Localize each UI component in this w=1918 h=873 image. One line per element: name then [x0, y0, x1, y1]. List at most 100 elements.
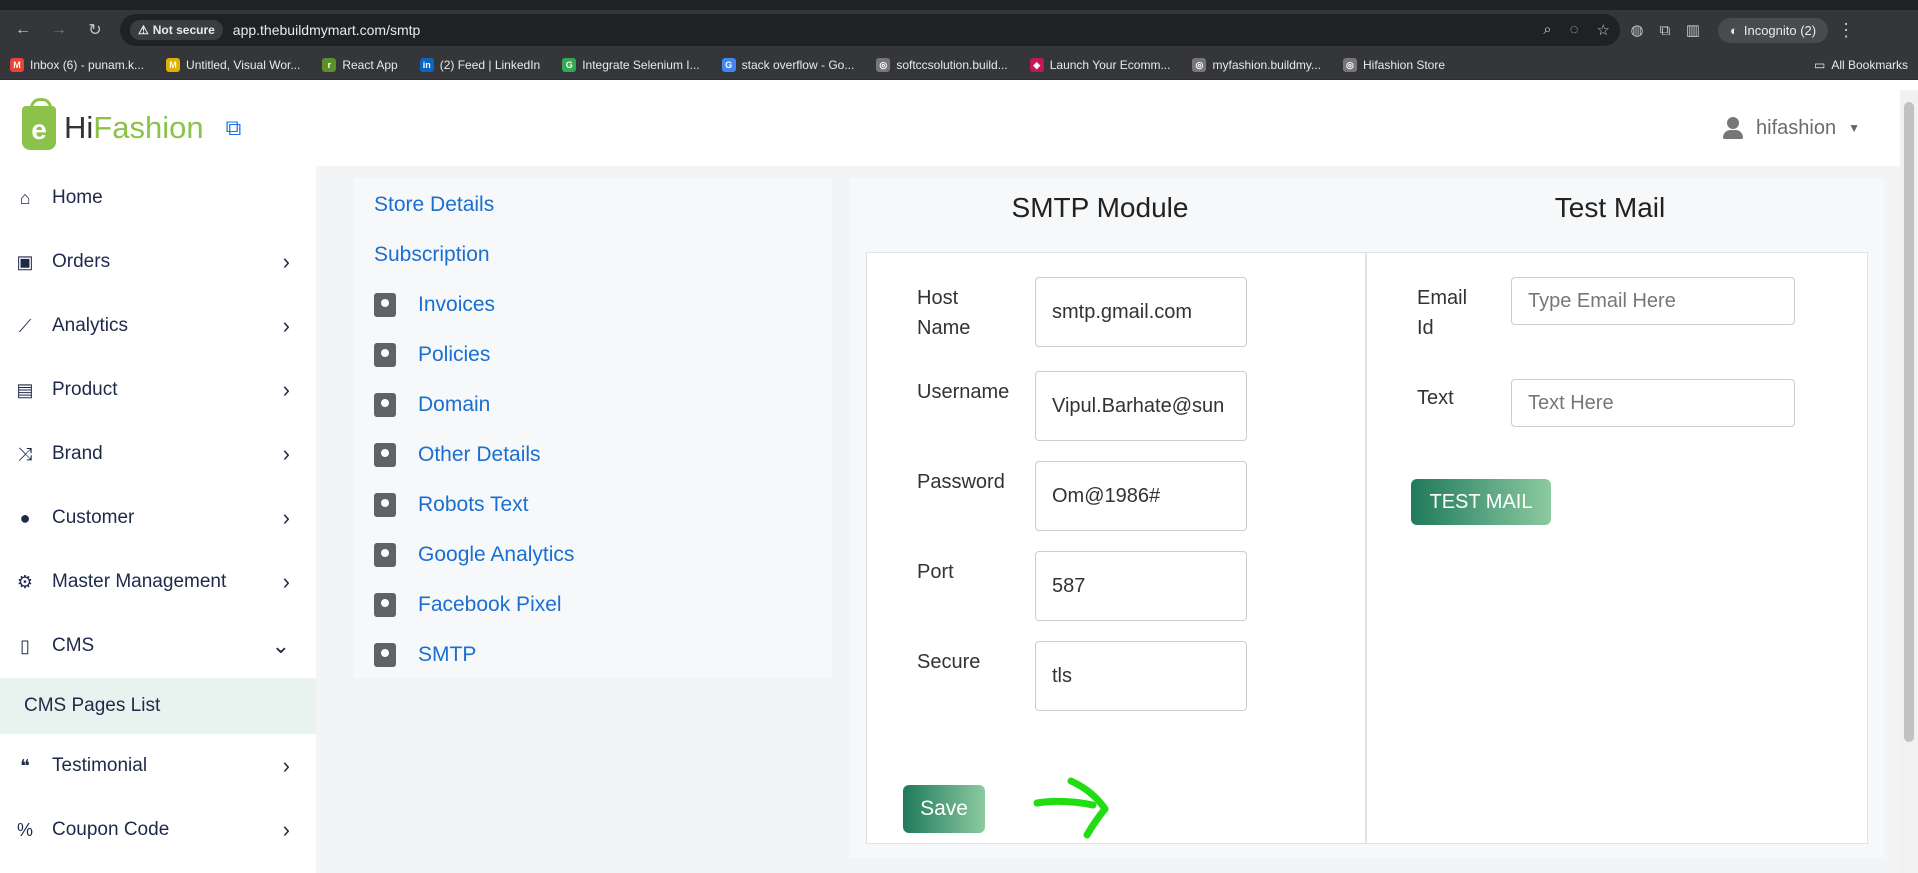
host-name-input[interactable]: [1035, 277, 1247, 347]
settings-link-store-details[interactable]: Store Details: [354, 180, 832, 230]
sidebar-item-product[interactable]: ▤ Product ›: [0, 358, 316, 422]
master-management-icon: ⚙: [16, 571, 34, 592]
back-icon[interactable]: ←: [8, 15, 38, 45]
sidebar-item-label: Orders: [52, 251, 111, 272]
not-secure-badge[interactable]: ⚠ Not secure: [130, 20, 223, 40]
bookmark-item[interactable]: G Integrate Selenium I...: [562, 57, 700, 72]
secure-input[interactable]: [1035, 641, 1247, 711]
settings-link-smtp[interactable]: SMTP: [354, 630, 832, 680]
settings-link-robots-text[interactable]: Robots Text: [354, 480, 832, 530]
bookmark-item[interactable]: M Untitled, Visual Wor...: [166, 57, 300, 72]
user-menu[interactable]: hifashion ▼: [1722, 117, 1860, 140]
warning-icon: ⚠: [138, 23, 149, 37]
browser-menu-icon[interactable]: ⋮: [1834, 20, 1858, 41]
chevron-icon: ›: [282, 753, 290, 778]
sidebar-item-label: Master Management: [52, 571, 227, 592]
username-input[interactable]: [1035, 371, 1247, 441]
bookmark-item[interactable]: Gstack overflow - Go...: [721, 57, 854, 72]
external-link-icon[interactable]: ⧉: [226, 115, 242, 141]
bookmark-item[interactable]: ◈ Launch Your Ecomm...: [1029, 57, 1170, 72]
star-icon[interactable]: ☆: [1597, 21, 1610, 39]
home-icon: ⌂: [19, 187, 31, 208]
save-button[interactable]: Save: [903, 785, 985, 833]
sidebar-item-master-management[interactable]: ⚙ Master Management ›: [0, 550, 316, 614]
main-content: Store Details Subscription Invoices Policie…: [316, 166, 1900, 873]
hifashion-logo[interactable]: e HiFashion: [22, 98, 204, 150]
chevron-icon: ›: [282, 313, 290, 338]
cms-icon: ▯: [20, 635, 30, 656]
test-mail-button[interactable]: TEST MAIL: [1411, 479, 1551, 525]
folder-icon: ▭: [1813, 57, 1826, 72]
sidebar-item-cms[interactable]: ▯ CMS ⌄: [0, 614, 316, 678]
orders-icon: ▣: [16, 251, 34, 272]
sidebar-item-label: Testimonial: [52, 755, 148, 776]
settings-link-google-analytics[interactable]: Google Analytics: [354, 530, 832, 580]
page-scrollbar[interactable]: [1900, 90, 1918, 873]
bookmark-item[interactable]: ◎ Hifashion Store: [1342, 57, 1445, 72]
sidebar-item-testimonial[interactable]: ❝ Testimonial ›: [0, 734, 316, 798]
test-mail-form: Email Id Text TEST MAIL: [1366, 252, 1868, 844]
zoom-icon[interactable]: ⌕: [1543, 21, 1551, 39]
analytics-icon: ⟋: [18, 315, 32, 336]
port-input[interactable]: [1035, 551, 1247, 621]
settings-link-label: Domain: [418, 393, 491, 416]
sidebar-item-orders[interactable]: ▣ Orders ›: [0, 230, 316, 294]
bookmark-favicon-icon: r: [322, 57, 337, 72]
password-input[interactable]: [1035, 461, 1247, 531]
sidebar-item-home[interactable]: ⌂ Home: [0, 166, 316, 230]
all-bookmarks[interactable]: ▭ All Bookmarks: [1814, 58, 1908, 72]
sidebar-item-cms-pages-list[interactable]: CMS Pages List: [0, 678, 316, 734]
scrollbar-thumb[interactable]: [1904, 102, 1914, 742]
settings-link-label: Other Details: [418, 443, 541, 466]
sidebar-item-coupon-code[interactable]: % Coupon Code ›: [0, 798, 316, 862]
sidebar-item-label: Product: [52, 379, 118, 400]
contact-book-icon: [374, 393, 396, 417]
bookmark-item[interactable]: in (2) Feed | LinkedIn: [419, 57, 540, 72]
settings-link-invoices[interactable]: Invoices: [354, 280, 832, 330]
settings-link-domain[interactable]: Domain: [354, 380, 832, 430]
bookmark-item[interactable]: ◎ myfashion.buildmy...: [1192, 57, 1321, 72]
smtp-title: SMTP Module: [1011, 192, 1189, 223]
bookmark-label: Integrate Selenium I...: [582, 57, 700, 72]
side-panel-icon[interactable]: ▥: [1682, 19, 1704, 41]
text-input[interactable]: [1511, 379, 1795, 427]
bookmark-item[interactable]: M Inbox (6) - punam.k...: [10, 57, 144, 72]
sidebar-item-customer[interactable]: ● Customer ›: [0, 486, 316, 550]
port-label: Port: [917, 561, 954, 583]
color-extension-icon[interactable]: ◍: [1626, 19, 1648, 41]
email-id-input[interactable]: [1511, 277, 1795, 325]
address-bar[interactable]: ⚠ Not secure app.thebuildmymart.com/smtp…: [120, 14, 1620, 46]
product-icon: ▤: [16, 379, 34, 400]
eye-off-icon[interactable]: ◌: [1570, 21, 1579, 39]
sidebar-item-brand[interactable]: ⤨ Brand ›: [0, 422, 316, 486]
settings-link-label: Invoices: [418, 293, 496, 316]
bookmarks-bar: M Inbox (6) - punam.k... M Untitled, Visual…: [0, 50, 1918, 80]
settings-link-policies[interactable]: Policies: [354, 330, 832, 380]
chevron-icon: ›: [282, 441, 290, 466]
sidebar-item-analytics[interactable]: ⟋ Analytics ›: [0, 294, 316, 358]
sidebar: ⌂ Home ▣ Orders › ⟋ Analytics › ▤ Product › ⤨ Brand ›…: [0, 166, 316, 873]
settings-link-facebook-pixel[interactable]: Facebook Pixel: [354, 580, 832, 630]
bookmark-item[interactable]: ◎ softccsolution.build...: [876, 57, 1008, 72]
reload-icon[interactable]: ↻: [80, 15, 110, 45]
annotation-arrow-icon: [1033, 777, 1109, 839]
contact-book-icon: [374, 643, 396, 667]
bookmark-label: React App: [342, 57, 398, 72]
testimonial-icon: ❝: [20, 755, 30, 776]
bookmark-item[interactable]: r React App: [322, 57, 398, 72]
extensions-icon[interactable]: ⧉: [1654, 19, 1676, 41]
chevron-icon: ›: [282, 249, 290, 274]
settings-link-subscription[interactable]: Subscription: [354, 230, 832, 280]
secure-label: Secure: [917, 651, 981, 673]
user-name: hifashion: [1756, 116, 1837, 139]
coupon-code-icon: %: [16, 819, 33, 840]
email-id-label: Email Id: [1417, 287, 1468, 339]
settings-link-label: Facebook Pixel: [418, 593, 562, 616]
forward-icon[interactable]: →: [44, 15, 74, 45]
incognito-badge[interactable]: ◐ Incognito (2): [1718, 17, 1829, 43]
settings-link-other-details[interactable]: Other Details: [354, 430, 832, 480]
smtp-panel: SMTP Module Test Mail Host Name Username…: [850, 178, 1884, 858]
bookmark-label: softccsolution.build...: [896, 57, 1008, 72]
shopping-bag-icon: e: [22, 98, 56, 150]
contact-book-icon: [374, 493, 396, 517]
